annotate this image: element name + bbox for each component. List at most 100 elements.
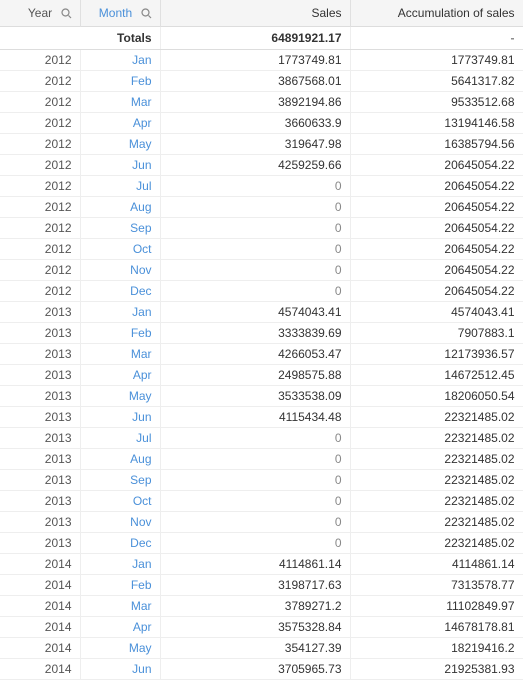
table-row: 2013 Mar 4266053.47 12173936.57 (0, 344, 523, 365)
row-accum: 20645054.22 (350, 155, 523, 176)
row-accum: 18206050.54 (350, 386, 523, 407)
row-sales: 4266053.47 (160, 344, 350, 365)
row-month: Aug (80, 449, 160, 470)
row-year: 2012 (0, 281, 80, 302)
header-year: Year (0, 0, 80, 27)
row-sales: 3333839.69 (160, 323, 350, 344)
row-year: 2012 (0, 197, 80, 218)
row-month: Mar (80, 596, 160, 617)
row-sales: 0 (160, 197, 350, 218)
table-row: 2012 Oct 0 20645054.22 (0, 239, 523, 260)
row-year: 2014 (0, 638, 80, 659)
row-accum: 20645054.22 (350, 239, 523, 260)
table-row: 2012 Jun 4259259.66 20645054.22 (0, 155, 523, 176)
row-sales: 0 (160, 512, 350, 533)
row-month: Mar (80, 344, 160, 365)
row-accum: 14678178.81 (350, 617, 523, 638)
table-row: 2014 Feb 3198717.63 7313578.77 (0, 575, 523, 596)
table-row: 2012 Apr 3660633.9 13194146.58 (0, 113, 523, 134)
row-month: Jun (80, 407, 160, 428)
totals-accum: - (350, 27, 523, 50)
row-year: 2013 (0, 428, 80, 449)
row-month: Apr (80, 617, 160, 638)
row-sales: 0 (160, 281, 350, 302)
row-sales: 1773749.81 (160, 50, 350, 71)
row-sales: 0 (160, 533, 350, 554)
row-year: 2012 (0, 50, 80, 71)
row-accum: 11102849.97 (350, 596, 523, 617)
month-search-icon[interactable] (140, 8, 152, 20)
row-month: Apr (80, 113, 160, 134)
row-year: 2012 (0, 134, 80, 155)
row-sales: 3575328.84 (160, 617, 350, 638)
row-month: Aug (80, 197, 160, 218)
row-accum: 5641317.82 (350, 71, 523, 92)
row-year: 2014 (0, 659, 80, 680)
table-row: 2012 Feb 3867568.01 5641317.82 (0, 71, 523, 92)
row-year: 2013 (0, 512, 80, 533)
row-month: Mar (80, 92, 160, 113)
row-sales: 4114861.14 (160, 554, 350, 575)
row-accum: 22321485.02 (350, 470, 523, 491)
row-year: 2012 (0, 218, 80, 239)
row-sales: 319647.98 (160, 134, 350, 155)
row-year: 2014 (0, 596, 80, 617)
row-accum: 22321485.02 (350, 407, 523, 428)
table-row: 2014 Jan 4114861.14 4114861.14 (0, 554, 523, 575)
row-year: 2014 (0, 617, 80, 638)
header-month: Month (80, 0, 160, 27)
row-year: 2013 (0, 470, 80, 491)
year-search-icon[interactable] (60, 8, 72, 20)
row-accum: 22321485.02 (350, 491, 523, 512)
row-year: 2013 (0, 365, 80, 386)
row-sales: 0 (160, 176, 350, 197)
table-row: 2012 Jan 1773749.81 1773749.81 (0, 50, 523, 71)
row-month: Jan (80, 302, 160, 323)
row-sales: 3705965.73 (160, 659, 350, 680)
row-accum: 7313578.77 (350, 575, 523, 596)
table-row: 2012 Dec 0 20645054.22 (0, 281, 523, 302)
row-accum: 20645054.22 (350, 218, 523, 239)
row-month: Nov (80, 260, 160, 281)
row-year: 2013 (0, 491, 80, 512)
row-sales: 2498575.88 (160, 365, 350, 386)
table-row: 2013 Dec 0 22321485.02 (0, 533, 523, 554)
header-sales: Sales (160, 0, 350, 27)
row-sales: 3533538.09 (160, 386, 350, 407)
table-row: 2014 Mar 3789271.2 11102849.97 (0, 596, 523, 617)
row-accum: 18219416.2 (350, 638, 523, 659)
row-sales: 0 (160, 491, 350, 512)
header-accum: Accumulation of sales (350, 0, 523, 27)
row-month: May (80, 386, 160, 407)
row-accum: 21925381.93 (350, 659, 523, 680)
row-sales: 354127.39 (160, 638, 350, 659)
row-year: 2012 (0, 71, 80, 92)
table-row: 2014 May 354127.39 18219416.2 (0, 638, 523, 659)
row-year: 2013 (0, 386, 80, 407)
row-accum: 1773749.81 (350, 50, 523, 71)
table-row: 2013 Aug 0 22321485.02 (0, 449, 523, 470)
table-row: 2013 May 3533538.09 18206050.54 (0, 386, 523, 407)
table-row: 2012 Jul 0 20645054.22 (0, 176, 523, 197)
row-accum: 16385794.56 (350, 134, 523, 155)
row-year: 2012 (0, 92, 80, 113)
row-accum: 20645054.22 (350, 281, 523, 302)
data-table: Year Month (0, 0, 523, 680)
row-month: Oct (80, 491, 160, 512)
row-accum: 22321485.02 (350, 533, 523, 554)
table-row: 2013 Apr 2498575.88 14672512.45 (0, 365, 523, 386)
row-year: 2013 (0, 344, 80, 365)
table-row: 2012 Aug 0 20645054.22 (0, 197, 523, 218)
row-month: May (80, 638, 160, 659)
row-sales: 0 (160, 239, 350, 260)
row-sales: 3660633.9 (160, 113, 350, 134)
row-month: Dec (80, 281, 160, 302)
totals-sales: 64891921.17 (160, 27, 350, 50)
row-sales: 3892194.86 (160, 92, 350, 113)
table-row: 2013 Sep 0 22321485.02 (0, 470, 523, 491)
row-accum: 22321485.02 (350, 512, 523, 533)
table-row: 2012 Nov 0 20645054.22 (0, 260, 523, 281)
row-accum: 4574043.41 (350, 302, 523, 323)
row-year: 2014 (0, 575, 80, 596)
row-year: 2012 (0, 239, 80, 260)
